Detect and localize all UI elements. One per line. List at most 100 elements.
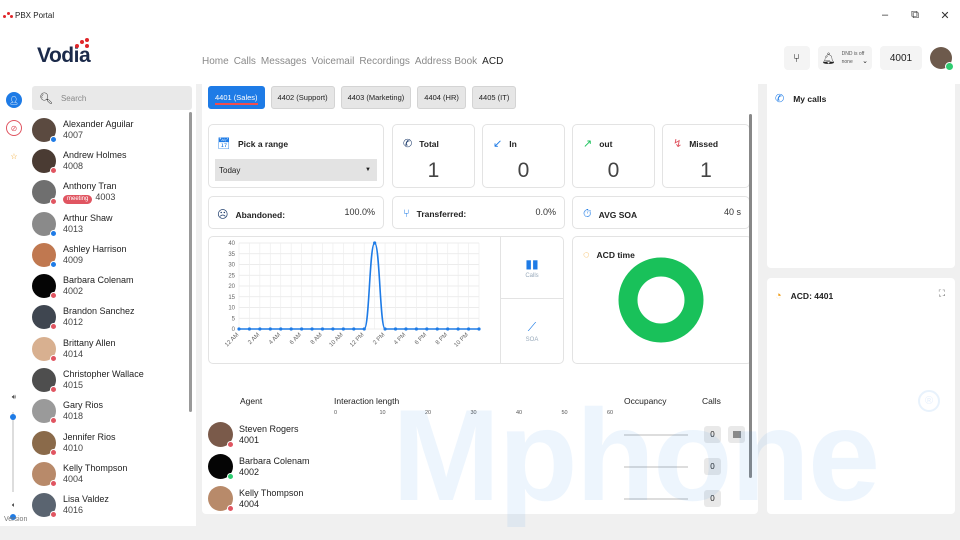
presence-dot: [50, 198, 57, 206]
close-button[interactable]: ✕: [930, 0, 960, 30]
nav-messages[interactable]: Messages: [261, 56, 307, 67]
out-value: 0: [607, 159, 620, 182]
total-card: ✆ Total 1: [392, 124, 475, 188]
nav-acd[interactable]: ACD: [482, 56, 503, 67]
maximize-button[interactable]: ⧉: [900, 0, 930, 30]
contact-name: Barbara Colenam: [63, 275, 134, 286]
data-point: [310, 327, 314, 331]
contact-avatar: [32, 493, 57, 519]
data-point: [300, 327, 304, 331]
speaker-volume-knob[interactable]: [10, 414, 16, 420]
data-point: [237, 327, 241, 331]
avg-soa-value: 40 s: [723, 207, 741, 217]
block-icon[interactable]: ⊘: [6, 120, 22, 136]
total-label: Total: [419, 138, 439, 149]
nav-calls[interactable]: Calls: [234, 56, 256, 67]
transferred-value: 0.0%: [535, 207, 556, 217]
data-point: [268, 327, 272, 331]
agent-name: Kelly Thompson: [239, 488, 304, 498]
vodia-logo[interactable]: Vodia: [37, 38, 91, 68]
minimize-button[interactable]: –: [870, 0, 900, 30]
contact-item[interactable]: Anthony Tran meeting 4003: [28, 177, 192, 208]
my-calls-title: My calls: [793, 93, 827, 104]
presence-dot: [50, 417, 57, 425]
axis-tick: 40: [516, 410, 523, 416]
contact-name: Brittany Allen: [63, 337, 116, 348]
contact-item[interactable]: Alexander Aguilar 4007: [28, 114, 192, 145]
contact-name: Brandon Sanchez: [63, 306, 135, 317]
presence-dot: [227, 473, 234, 480]
trash-icon[interactable]: [728, 426, 745, 443]
contact-item[interactable]: Andrew Holmes 4008: [28, 145, 192, 176]
contacts-scrollbar[interactable]: [189, 112, 192, 412]
nav-address-book[interactable]: Address Book: [415, 56, 477, 67]
nav-recordings[interactable]: Recordings: [359, 56, 410, 67]
speaker-volume-slider[interactable]: [12, 412, 14, 492]
status-badge: meeting: [63, 194, 93, 204]
data-point: [258, 327, 262, 331]
search-placeholder: Search: [60, 93, 87, 103]
contact-item[interactable]: Arthur Shaw 4013: [28, 208, 192, 239]
phone-icon: ✆: [403, 138, 413, 150]
transferred-card: ⑂ Transferred: 0.0%: [392, 196, 565, 229]
extension-selector[interactable]: 4001: [880, 46, 922, 70]
axis-tick: 30: [470, 410, 477, 416]
presence-dot: [50, 229, 57, 237]
queue-tab[interactable]: 4401 (Sales): [208, 86, 265, 109]
contact-ext: 4012: [63, 317, 84, 328]
contact-item[interactable]: Christopher Wallace 4015: [28, 364, 192, 395]
queue-tab[interactable]: 4403 (Marketing): [340, 86, 412, 109]
contact-avatar: [32, 148, 57, 174]
acd-panel: 4401 (Sales) 4402 (Support) 4403 (Marketin…: [202, 80, 758, 514]
contact-item[interactable]: Brandon Sanchez 4012: [28, 302, 192, 333]
contact-item[interactable]: Lisa Valdez 4016: [28, 490, 192, 521]
axis-tick: 10: [379, 410, 386, 416]
queue-tab[interactable]: 4405 (IT): [471, 86, 517, 109]
star-icon[interactable]: ☆: [6, 148, 22, 164]
agent-calls: 0: [704, 490, 721, 507]
y-tick-label: 10: [228, 306, 235, 312]
data-point: [247, 327, 252, 331]
calls-toggle-button[interactable]: ▮▮ Calls: [501, 237, 563, 299]
queue-tab[interactable]: 4404 (HR): [417, 86, 466, 109]
expand-icon[interactable]: ⛶: [939, 288, 945, 299]
contact-item[interactable]: Gary Rios 4018: [28, 396, 192, 427]
data-point: [393, 327, 398, 331]
incoming-arrow-icon: ↙: [493, 138, 503, 150]
contact-item[interactable]: Ashley Harrison 4009: [28, 239, 192, 270]
agent-name: Barbara Colenam: [239, 456, 310, 466]
transfer-icon[interactable]: ⑂: [783, 46, 810, 70]
nav-voicemail[interactable]: Voicemail: [312, 56, 355, 67]
contact-item[interactable]: Kelly Thompson 4004: [28, 458, 192, 489]
window-titlebar: PBX Portal – ⧉ ✕: [0, 0, 960, 30]
search-input[interactable]: 🔍︎ Search: [32, 86, 192, 110]
in-label: In: [509, 138, 517, 149]
contact-ext: 4013: [63, 223, 84, 234]
contact-name: Lisa Valdez: [63, 494, 109, 505]
x-tick-label: 2 AM: [247, 332, 261, 346]
x-tick-label: 6 AM: [289, 332, 303, 346]
chevron-down-icon: ⌄: [862, 57, 868, 65]
contact-item[interactable]: Jennifer Rios 4010: [28, 427, 192, 458]
missed-call-icon: ↯: [673, 138, 683, 150]
presence-dot: [50, 386, 57, 394]
data-point: [456, 327, 460, 331]
soa-toggle-button[interactable]: ⟋ SOA: [501, 300, 563, 362]
col-occupancy: Occupancy: [624, 396, 667, 406]
contacts-icon[interactable]: 👤︎: [6, 92, 22, 108]
left-icon-bar: 👤︎ ⊘ ☆ 🔊︎ 🔈︎: [0, 84, 28, 526]
contact-ext: 4004: [63, 473, 84, 484]
data-point: [446, 327, 450, 331]
agent-avatar: [208, 422, 234, 448]
dnd-toggle[interactable]: 🔔︎ DND is off none ⌄: [817, 46, 872, 70]
agent-avatar: [208, 454, 234, 480]
total-value: 1: [427, 159, 440, 182]
contact-item[interactable]: Brittany Allen 4014: [28, 333, 192, 364]
acd-panel-scrollbar[interactable]: [749, 114, 752, 478]
user-avatar[interactable]: [930, 47, 954, 71]
contact-item[interactable]: Barbara Colenam 4002: [28, 270, 192, 301]
range-select[interactable]: Today ▼: [215, 159, 377, 181]
queue-tab[interactable]: 4402 (Support): [270, 86, 335, 109]
nav-home[interactable]: Home: [202, 56, 229, 67]
trend-line-icon: ⟋: [527, 319, 537, 334]
